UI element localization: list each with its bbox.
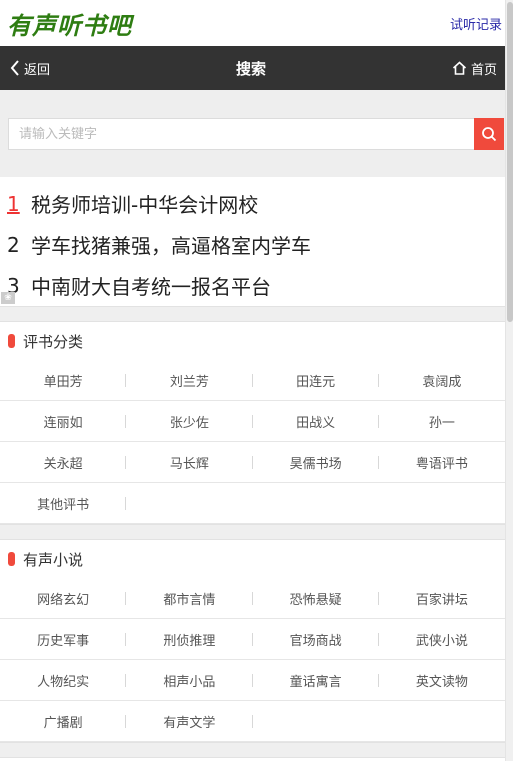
category-item[interactable]: 袁阔成 [378,360,505,401]
scrollbar-thumb[interactable] [507,2,513,322]
category-item[interactable]: 官场商战 [252,619,380,660]
home-icon [452,61,467,75]
category-item[interactable]: 田连元 [252,360,380,401]
ad-link[interactable]: 中南财大自考统一报名平台 [31,271,271,300]
category-item[interactable]: 马长辉 [126,442,253,483]
search-box [8,118,504,150]
section-divider [0,524,505,540]
empty-cell [378,701,505,742]
section-title: 有声小说 [23,550,84,569]
section-header: 有声小说 [0,540,505,578]
search-button[interactable] [474,118,504,150]
empty-cell [378,483,505,524]
page-title: 搜索 [235,59,266,78]
page: 有声听书吧 试听记录 返回 搜索 首页 1 税务师培训-中华会计网校 2 学车找… [0,0,505,758]
ad-item[interactable]: 2 学车找猪兼强，高逼格室内学车 [7,224,505,265]
category-item[interactable]: 恐怖悬疑 [252,578,380,619]
home-button[interactable]: 首页 [452,59,497,78]
scrollbar[interactable] [505,0,513,761]
category-item[interactable]: 粤语评书 [378,442,505,483]
search-area [0,90,505,177]
chevron-left-icon [10,60,19,76]
ad-item[interactable]: 3 中南财大自考统一报名平台 [7,265,505,306]
category-item[interactable]: 关永超 [0,442,127,483]
ad-block: 1 税务师培训-中华会计网校 2 学车找猪兼强，高逼格室内学车 3 中南财大自考… [0,177,505,306]
section-divider [0,742,505,758]
category-item[interactable]: 百家讲坛 [378,578,505,619]
category-item[interactable]: 英文读物 [378,660,505,701]
category-item[interactable]: 童话寓言 [252,660,380,701]
ad-number: 2 [7,232,20,257]
category-grid: 网络玄幻 都市言情 恐怖悬疑 百家讲坛历史军事 刑侦推理 官场商战 武侠小说人物纪实 相声小品… [0,578,505,742]
category-item[interactable]: 单田芳 [0,360,127,401]
ad-number: 1 [7,191,20,216]
category-grid: 单田芳 刘兰芳 田连元 袁阔成连丽如 张少佐 田战义 孙一关永超 马长辉 昊儒书场 粤语评书其他评… [0,360,505,524]
ad-link[interactable]: 税务师培训-中华会计网校 [31,189,258,218]
category-item[interactable]: 刑侦推理 [126,619,253,660]
empty-cell [126,483,253,524]
section-storytelling-categories: 评书分类 单田芳 刘兰芳 田连元 袁阔成连丽如 张少佐 田战义 孙一关永超 马长辉 昊儒书场 粤语… [0,322,505,524]
category-item[interactable]: 都市言情 [126,578,253,619]
category-item[interactable]: 连丽如 [0,401,127,442]
category-item[interactable]: 相声小品 [126,660,253,701]
category-item[interactable]: 人物纪实 [0,660,127,701]
category-item[interactable]: 其他评书 [0,483,127,524]
listening-history-link[interactable]: 试听记录 [450,14,502,33]
category-item[interactable]: 广播剧 [0,701,127,742]
category-item[interactable]: 历史军事 [0,619,127,660]
section-marker [8,334,15,348]
home-label: 首页 [470,62,497,78]
nav-bar: 返回 搜索 首页 [0,46,505,90]
section-divider [0,306,505,322]
back-label: 返回 [24,62,51,78]
back-button[interactable]: 返回 [10,59,50,78]
empty-cell [252,483,379,524]
empty-cell [252,701,379,742]
search-icon [482,127,497,142]
ad-link[interactable]: 学车找猪兼强，高逼格室内学车 [31,230,311,259]
search-input[interactable] [8,118,474,150]
category-item[interactable]: 田战义 [252,401,380,442]
paw-icon[interactable]: ❀ [1,292,15,304]
category-item[interactable]: 孙一 [378,401,505,442]
category-item[interactable]: 有声文学 [126,701,253,742]
category-item[interactable]: 张少佐 [126,401,253,442]
category-item[interactable]: 网络玄幻 [0,578,127,619]
section-title: 评书分类 [23,332,84,351]
section-header: 评书分类 [0,322,505,360]
section-audio-novels: 有声小说 网络玄幻 都市言情 恐怖悬疑 百家讲坛历史军事 刑侦推理 官场商战 武侠小说人物纪… [0,540,505,742]
site-logo[interactable]: 有声听书吧 [7,6,132,41]
category-item[interactable]: 昊儒书场 [252,442,380,483]
category-item[interactable]: 武侠小说 [378,619,505,660]
section-marker [8,552,15,566]
ad-item[interactable]: 1 税务师培训-中华会计网校 [7,183,505,224]
top-bar: 有声听书吧 试听记录 [0,0,505,46]
category-item[interactable]: 刘兰芳 [126,360,253,401]
